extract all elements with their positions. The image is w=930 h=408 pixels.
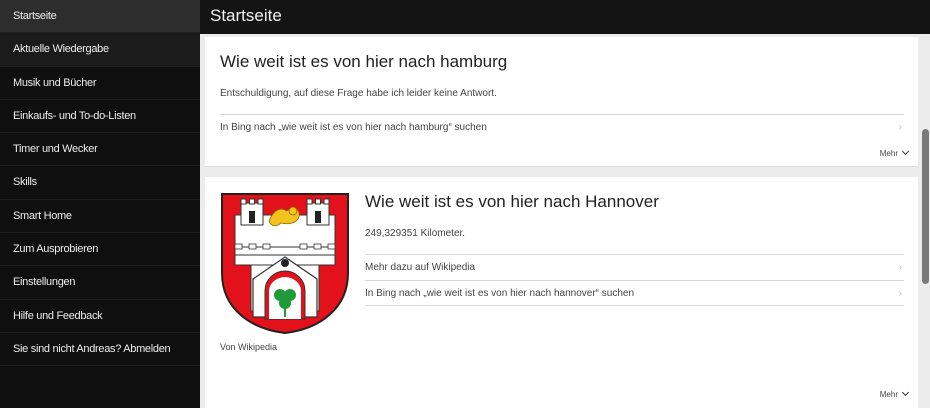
page-title: Startseite [210, 6, 282, 25]
sidebar-item-timer-und-wecker[interactable]: Timer und Wecker [0, 133, 200, 167]
scrollbar[interactable] [920, 34, 930, 408]
sidebar-item-listen[interactable]: Einkaufs- und To-do-Listen [0, 100, 200, 134]
chevron-right-icon: › [898, 288, 902, 299]
more-button-label: Mehr [879, 149, 898, 158]
answer-card-hannover: Von Wikipedia Wie weit ist es von hier n… [205, 177, 918, 408]
scrollbar-thumb[interactable] [922, 129, 929, 284]
bing-search-link[interactable]: In Bing nach „wie weit ist es von hier n… [365, 280, 904, 306]
chevron-down-icon [901, 388, 910, 397]
card-answer-text: 249,329351 Kilometer. [365, 228, 466, 239]
answer-card-hamburg: Wie weit ist es von hier nach hamburg En… [205, 37, 918, 167]
chevron-down-icon [901, 147, 910, 156]
chevron-right-icon: › [898, 262, 902, 273]
sidebar-item-zum-ausprobieren[interactable]: Zum Ausprobieren [0, 233, 200, 267]
wikipedia-link[interactable]: Mehr dazu auf Wikipedia › [365, 254, 904, 280]
card-title: Wie weit ist es von hier nach Hannover [365, 192, 659, 211]
hannover-coat-of-arms-image [221, 193, 349, 335]
chevron-right-icon: › [898, 122, 902, 133]
more-button[interactable]: Mehr [879, 147, 910, 158]
bing-search-link-label: In Bing nach „wie weit ist es von hier n… [220, 122, 487, 133]
sidebar-item-aktuelle-wiedergabe[interactable]: Aktuelle Wiedergabe [0, 33, 200, 67]
bing-search-link[interactable]: In Bing nach „wie weit ist es von hier n… [220, 114, 904, 140]
sidebar: Startseite Aktuelle Wiedergabe Musik und… [0, 0, 200, 408]
bing-search-link-label: In Bing nach „wie weit ist es von hier n… [365, 288, 635, 299]
sidebar-item-skills[interactable]: Skills [0, 166, 200, 200]
sidebar-item-einstellungen[interactable]: Einstellungen [0, 266, 200, 300]
card-answer-text: Entschuldigung, auf diese Frage habe ich… [220, 88, 497, 99]
sidebar-item-musik-und-buecher[interactable]: Musik und Bücher [0, 67, 200, 100]
content-area: Wie weit ist es von hier nach hamburg En… [200, 34, 930, 408]
wikipedia-link-label: Mehr dazu auf Wikipedia [365, 262, 476, 273]
image-caption: Von Wikipedia [220, 342, 278, 352]
more-button[interactable]: Mehr [879, 388, 910, 399]
sidebar-item-hilfe-und-feedback[interactable]: Hilfe und Feedback [0, 300, 200, 333]
top-bar: Startseite [200, 0, 930, 34]
card-title: Wie weit ist es von hier nach hamburg [220, 52, 508, 71]
sidebar-item-abmelden[interactable]: Sie sind nicht Andreas? Abmelden [0, 333, 200, 367]
sidebar-item-startseite[interactable]: Startseite [0, 0, 200, 34]
sidebar-item-smart-home[interactable]: Smart Home [0, 200, 200, 234]
more-button-label: Mehr [879, 390, 898, 399]
